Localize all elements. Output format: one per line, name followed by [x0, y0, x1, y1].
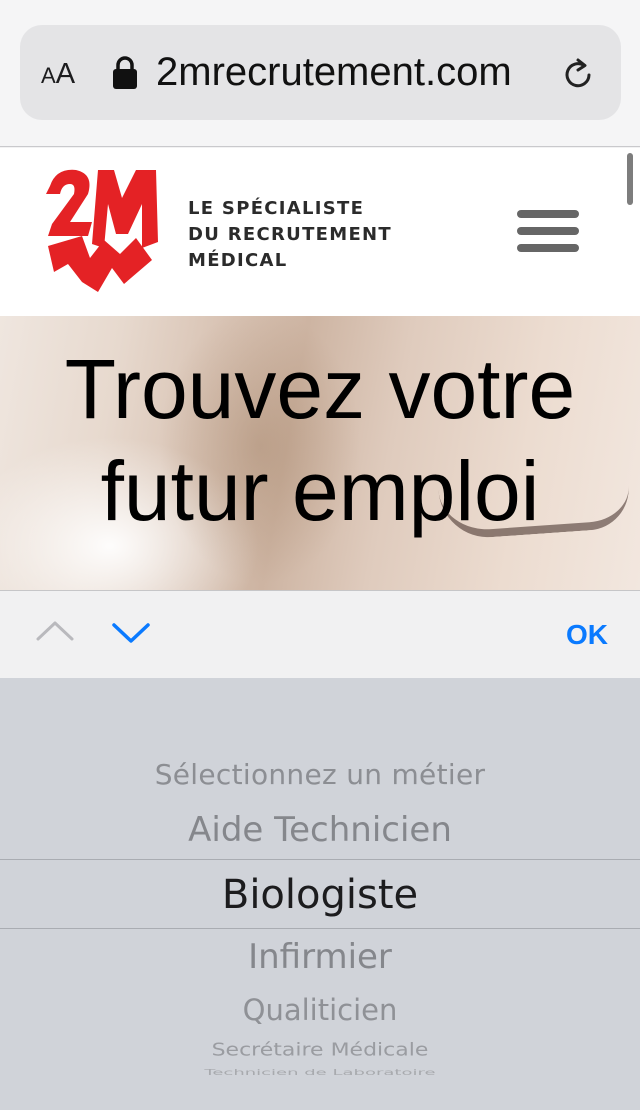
address-bar[interactable]: AA 2mrecrutement.com [20, 25, 621, 120]
picker-option[interactable]: Infirmier [0, 937, 640, 977]
picker-option[interactable]: Aide Technicien [0, 810, 640, 850]
hero-title-line-2: futur emploi [100, 444, 540, 538]
picker-option[interactable]: Technicien de Laboratoire [0, 1068, 640, 1077]
lock-icon [113, 56, 137, 89]
chevron-up-icon[interactable] [34, 611, 76, 653]
browser-toolbar: AA 2mrecrutement.com [0, 0, 640, 147]
reload-icon[interactable] [560, 56, 596, 92]
tagline-line-1: LE SPÉCIALISTE [188, 198, 365, 219]
hamburger-menu-icon[interactable] [517, 210, 579, 252]
brand-logo[interactable] [42, 164, 162, 298]
picker-toolbar: OK [0, 590, 640, 678]
scroll-indicator [627, 153, 633, 205]
ok-button[interactable]: OK [566, 619, 608, 651]
url-text[interactable]: 2mrecrutement.com [156, 49, 536, 95]
text-size-button[interactable]: AA [41, 58, 75, 91]
picker-option[interactable]: Sélectionnez un métier [0, 758, 640, 791]
picker-option[interactable]: Qualiticien [0, 993, 640, 1027]
picker-option[interactable]: Secrétaire Médicale [0, 1041, 640, 1061]
tagline-line-2: DU RECRUTEMENT [188, 224, 392, 245]
site-tagline: LE SPÉCIALISTE DU RECRUTEMENT MÉDICAL [188, 196, 392, 274]
hero-title: Trouvez votre futur emploi [0, 338, 640, 542]
hero-title-line-1: Trouvez votre [64, 342, 576, 436]
picker-option-selected[interactable]: Biologiste [0, 872, 640, 918]
picker-wheel[interactable]: Sélectionnez un métier Aide Technicien B… [0, 678, 640, 1110]
site-header: LE SPÉCIALISTE DU RECRUTEMENT MÉDICAL [0, 148, 640, 316]
tagline-line-3: MÉDICAL [188, 250, 288, 271]
hero-banner: Trouvez votre futur emploi [0, 316, 640, 590]
chevron-down-icon[interactable] [108, 613, 154, 655]
